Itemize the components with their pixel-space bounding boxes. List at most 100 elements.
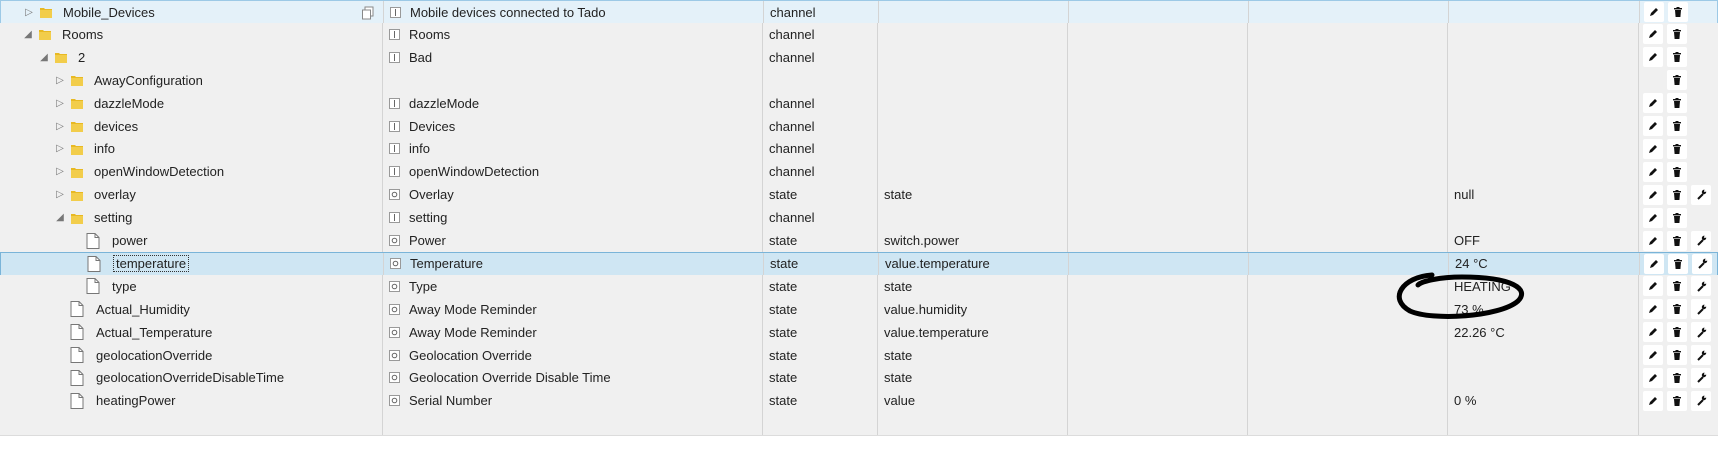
- delete-icon[interactable]: [1667, 138, 1687, 159]
- name-cell[interactable]: Actual_Humidity: [0, 297, 383, 321]
- table-row[interactable]: geolocationOverrideDisableTime Geolocatio…: [0, 366, 1718, 391]
- edit-icon[interactable]: [1643, 184, 1663, 205]
- expand-arrow-icon[interactable]: ▷: [54, 166, 66, 178]
- copy-icon[interactable]: [361, 6, 375, 20]
- delete-icon[interactable]: [1667, 345, 1687, 365]
- table-row[interactable]: Actual_Humidity Away Mode Reminder state va…: [0, 297, 1718, 322]
- collapse-arrow-icon[interactable]: ◢: [54, 212, 66, 224]
- value-cell[interactable]: [1448, 160, 1639, 184]
- wrench-icon[interactable]: [1691, 184, 1711, 205]
- table-row[interactable]: ▷ dazzleMode dazzleMode channel: [0, 91, 1718, 116]
- edit-icon[interactable]: [1643, 230, 1663, 251]
- name-cell[interactable]: geolocationOverrideDisableTime: [0, 366, 383, 390]
- name-cell[interactable]: ▷ Mobile_Devices: [1, 1, 384, 23]
- edit-icon[interactable]: [1643, 93, 1663, 114]
- edit-icon[interactable]: [1643, 207, 1663, 228]
- delete-icon[interactable]: [1668, 253, 1688, 274]
- name-cell[interactable]: heatingPower: [0, 389, 383, 413]
- value-cell[interactable]: [1448, 45, 1639, 69]
- delete-icon[interactable]: [1667, 184, 1687, 205]
- edit-icon[interactable]: [1643, 138, 1663, 159]
- collapse-arrow-icon[interactable]: ◢: [22, 28, 34, 40]
- value-cell[interactable]: [1448, 343, 1639, 367]
- collapse-arrow-icon[interactable]: ◢: [38, 51, 50, 63]
- table-row[interactable]: power Power state switch.power OFF: [0, 229, 1718, 253]
- wrench-icon[interactable]: [1691, 390, 1711, 411]
- delete-icon[interactable]: [1667, 230, 1687, 251]
- delete-icon[interactable]: [1667, 299, 1687, 320]
- value-cell[interactable]: [1449, 1, 1640, 23]
- value-cell[interactable]: [1448, 91, 1639, 115]
- delete-icon[interactable]: [1668, 2, 1688, 22]
- edit-icon[interactable]: [1643, 367, 1663, 388]
- name-cell[interactable]: type: [0, 274, 383, 298]
- table-row[interactable]: ◢ setting setting channel: [0, 206, 1718, 231]
- delete-icon[interactable]: [1667, 367, 1687, 388]
- edit-icon[interactable]: [1643, 47, 1663, 68]
- edit-icon[interactable]: [1643, 390, 1663, 411]
- table-row[interactable]: Actual_Temperature Away Mode Reminder stat…: [0, 320, 1718, 345]
- table-row[interactable]: ▷ devices Devices channel: [0, 114, 1718, 139]
- table-row[interactable]: type Type state state HEATING: [0, 274, 1718, 299]
- expand-arrow-icon[interactable]: ▷: [54, 189, 66, 201]
- wrench-icon[interactable]: [1692, 253, 1712, 274]
- edit-icon[interactable]: [1644, 2, 1664, 22]
- name-cell[interactable]: ▷ overlay: [0, 183, 383, 207]
- delete-icon[interactable]: [1667, 93, 1687, 114]
- name-cell[interactable]: ◢ setting: [0, 206, 383, 230]
- name-cell[interactable]: power: [0, 229, 383, 252]
- value-cell[interactable]: 0 %: [1448, 389, 1639, 413]
- name-cell[interactable]: [0, 412, 383, 436]
- table-row[interactable]: heatingPower Serial Number state value 0 %: [0, 389, 1718, 414]
- expand-arrow-icon[interactable]: ▷: [54, 120, 66, 132]
- delete-icon[interactable]: [1667, 322, 1687, 343]
- delete-icon[interactable]: [1667, 70, 1687, 91]
- delete-icon[interactable]: [1667, 116, 1687, 136]
- name-cell[interactable]: ▷ dazzleMode: [0, 91, 383, 115]
- wrench-icon[interactable]: [1691, 367, 1711, 388]
- value-cell[interactable]: [1448, 206, 1639, 230]
- name-cell[interactable]: geolocationOverride: [0, 343, 383, 367]
- name-cell[interactable]: ▷ openWindowDetection: [0, 160, 383, 184]
- expand-arrow-icon[interactable]: ▷: [54, 97, 66, 109]
- table-row[interactable]: [0, 412, 1718, 437]
- delete-icon[interactable]: [1667, 207, 1687, 228]
- value-cell[interactable]: [1448, 412, 1639, 436]
- table-row[interactable]: ▷ Mobile_Devices Mobile devices connected …: [0, 0, 1718, 24]
- value-cell[interactable]: OFF: [1448, 229, 1639, 252]
- expand-arrow-icon[interactable]: ▷: [54, 143, 66, 155]
- expand-arrow-icon[interactable]: ▷: [23, 6, 35, 18]
- wrench-icon[interactable]: [1691, 299, 1711, 320]
- expand-arrow-icon[interactable]: ▷: [54, 74, 66, 86]
- value-cell[interactable]: 22.26 °C: [1448, 320, 1639, 344]
- edit-icon[interactable]: [1643, 322, 1663, 343]
- edit-icon[interactable]: [1644, 253, 1664, 274]
- table-row[interactable]: temperature Temperature state value.tempera…: [0, 251, 1718, 276]
- table-row[interactable]: ▷ overlay Overlay state state null: [0, 183, 1718, 208]
- delete-icon[interactable]: [1667, 161, 1687, 182]
- name-cell[interactable]: ▷ devices: [0, 114, 383, 138]
- name-cell[interactable]: temperature: [1, 252, 384, 275]
- value-cell[interactable]: [1448, 137, 1639, 161]
- table-row[interactable]: ▷ info info channel: [0, 137, 1718, 162]
- edit-icon[interactable]: [1643, 161, 1663, 182]
- delete-icon[interactable]: [1667, 276, 1687, 297]
- delete-icon[interactable]: [1667, 390, 1687, 411]
- edit-icon[interactable]: [1643, 24, 1663, 45]
- table-row[interactable]: ◢ Rooms Rooms channel: [0, 22, 1718, 47]
- edit-icon[interactable]: [1643, 345, 1663, 365]
- wrench-icon[interactable]: [1691, 322, 1711, 343]
- value-cell[interactable]: null: [1448, 183, 1639, 207]
- wrench-icon[interactable]: [1691, 345, 1711, 365]
- edit-icon[interactable]: [1643, 276, 1663, 297]
- table-row[interactable]: geolocationOverride Geolocation Override s…: [0, 343, 1718, 368]
- wrench-icon[interactable]: [1691, 230, 1711, 251]
- value-cell[interactable]: [1448, 22, 1639, 46]
- value-cell[interactable]: [1448, 114, 1639, 138]
- value-cell[interactable]: HEATING: [1448, 274, 1639, 298]
- delete-icon[interactable]: [1667, 47, 1687, 68]
- table-row[interactable]: ▷ AwayConfiguration: [0, 68, 1718, 93]
- value-cell[interactable]: 24 °C: [1449, 252, 1640, 275]
- name-cell[interactable]: ◢ 2: [0, 45, 383, 69]
- delete-icon[interactable]: [1667, 24, 1687, 45]
